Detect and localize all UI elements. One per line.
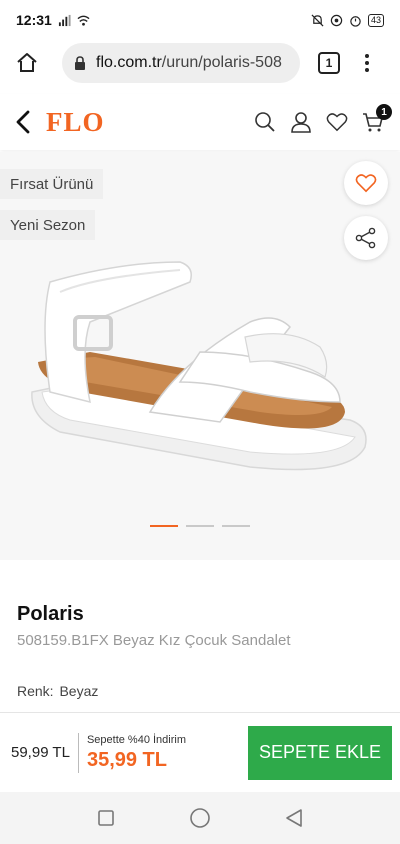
gallery-dot-1[interactable] (150, 525, 178, 527)
account-button[interactable] (290, 111, 312, 133)
menu-dot (365, 61, 369, 65)
search-button[interactable] (254, 111, 276, 133)
status-right: 43 (311, 13, 384, 27)
status-left: 12:31 (16, 12, 90, 28)
home-button[interactable] (10, 46, 44, 80)
recents-icon[interactable] (97, 809, 115, 827)
tag-yeni-sezon: Yeni Sezon (0, 210, 96, 240)
address-bar[interactable]: flo.com.tr/urun/polaris-508 (62, 43, 300, 83)
cart-count-badge: 1 (376, 104, 392, 120)
color-value: Beyaz (59, 683, 99, 699)
old-price: 59,99 TL (11, 732, 79, 773)
tab-switcher-button[interactable]: 1 (318, 52, 340, 74)
status-bar: 12:31 43 (0, 0, 400, 40)
favorites-button[interactable] (326, 111, 348, 133)
heart-icon (326, 113, 348, 132)
menu-dot (365, 54, 369, 58)
alarm-icon (350, 15, 361, 27)
home-nav-icon[interactable] (189, 807, 211, 829)
product-image[interactable] (20, 242, 380, 472)
add-to-cart-button[interactable]: SEPETE EKLE (248, 725, 392, 780)
url-text: flo.com.tr/urun/polaris-508 (96, 54, 282, 72)
mute-bell-icon (311, 14, 324, 26)
data-saver-icon (330, 14, 343, 26)
back-icon[interactable] (16, 110, 30, 134)
lock-icon (75, 56, 85, 70)
add-to-favorites-button[interactable] (344, 161, 388, 205)
user-icon (291, 112, 311, 133)
product-gallery[interactable]: Fırsat Ürünü Yeni Sezon (0, 152, 400, 560)
discount-label: Sepette %40 İndirim (86, 733, 187, 746)
heart-outline-icon (355, 174, 377, 193)
site-header: FLO 1 (0, 94, 400, 150)
url-domain: flo.com.tr (96, 54, 162, 71)
home-icon (17, 53, 37, 72)
battery-indicator: 43 (367, 13, 384, 27)
discount-block: Sepette %40 İndirim 35,99 TL (79, 734, 186, 772)
gallery-dot-2[interactable] (186, 525, 214, 527)
gallery-pagination (0, 525, 400, 527)
back-nav-icon[interactable] (285, 808, 303, 828)
product-name: Polaris (17, 603, 84, 625)
cart-button[interactable]: 1 (362, 104, 392, 133)
price-bar: 59,99 TL Sepette %40 İndirim 35,99 TL SE… (0, 712, 400, 792)
url-path: /urun/polaris-508 (161, 54, 282, 71)
wifi-icon (77, 15, 90, 26)
header-icons: 1 (254, 104, 392, 133)
menu-dot (365, 68, 369, 72)
search-icon (255, 112, 275, 132)
flo-logo[interactable]: FLO (46, 107, 105, 138)
signal-icon (58, 14, 71, 26)
color-label: Renk: (17, 683, 54, 699)
tag-firsat-urunu: Fırsat Ürünü (0, 169, 104, 199)
color-row: Renk: Beyaz (17, 683, 98, 699)
status-time: 12:31 (16, 12, 52, 28)
discounted-price: 35,99 TL (86, 748, 167, 771)
product-description: 508159.B1FX Beyaz Kız Çocuk Sandalet (17, 632, 291, 649)
browser-toolbar: flo.com.tr/urun/polaris-508 1 (0, 40, 400, 86)
gallery-dot-3[interactable] (222, 525, 250, 527)
system-nav-bar (0, 792, 400, 844)
browser-menu-button[interactable] (364, 54, 370, 72)
